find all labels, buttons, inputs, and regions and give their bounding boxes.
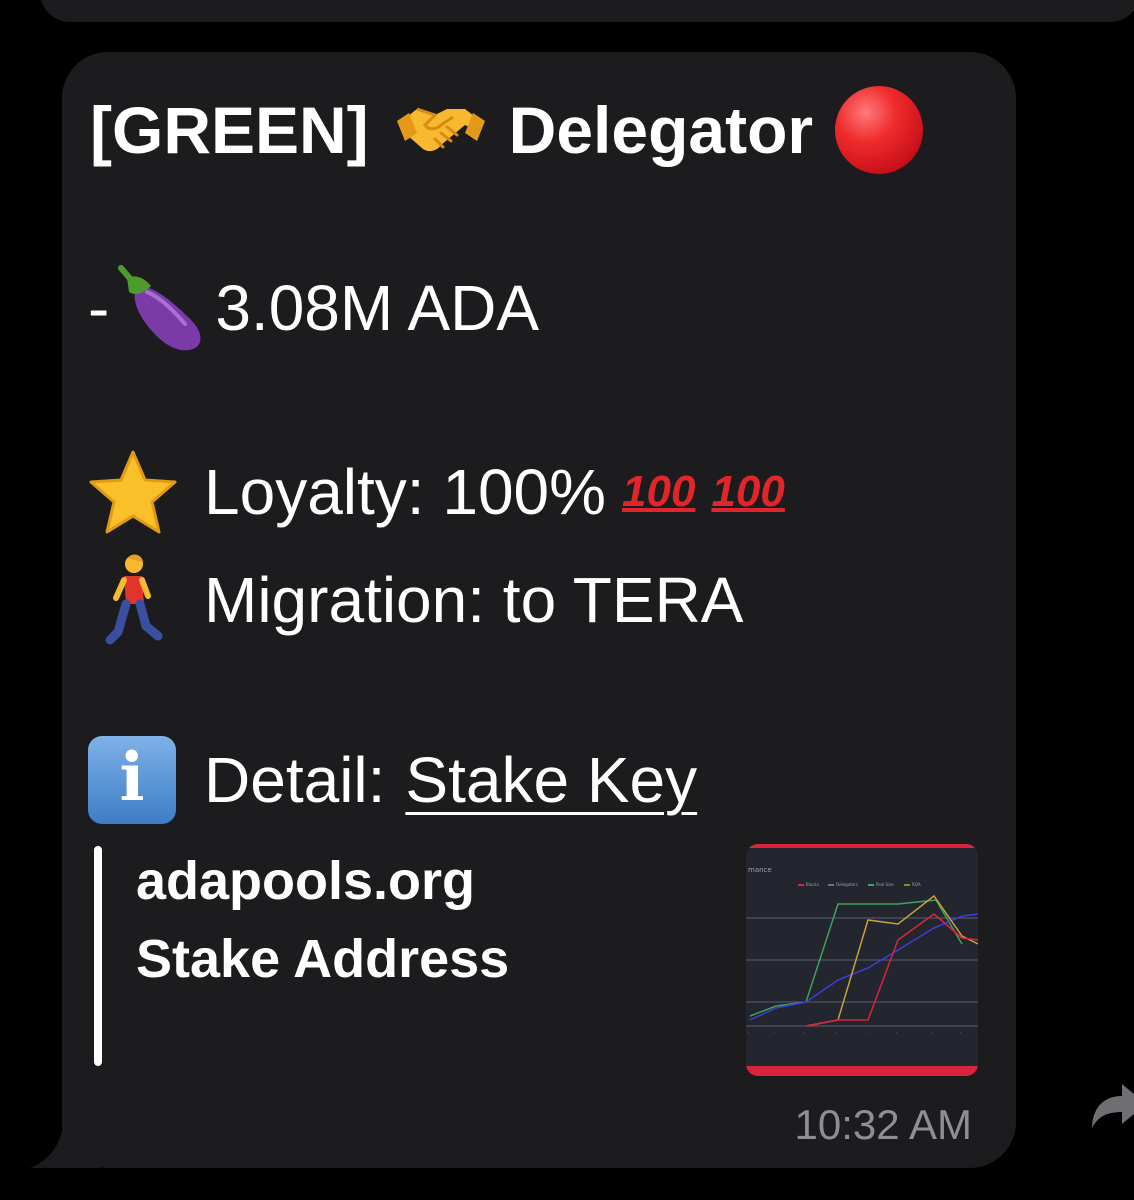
thumbnail-legend-item: Blocks [806, 882, 819, 887]
thumbnail-legend-item: ROA [912, 882, 921, 887]
svg-text:·: · [804, 1030, 805, 1035]
message-bubble[interactable]: [GREEN] Delegator - 3.08M ADA Loyalty: 1… [62, 52, 1016, 1168]
amount-value: 3.08M ADA [215, 272, 540, 344]
preview-thumbnail[interactable]: mance Blocks Delegators Pool Size ROA · … [746, 844, 978, 1076]
message-timestamp: 10:32 AM [794, 1101, 972, 1148]
detail-label: Detail: [204, 744, 386, 816]
chat-screen: [GREEN] Delegator - 3.08M ADA Loyalty: 1… [0, 0, 1134, 1200]
svg-text:·: · [866, 1030, 867, 1035]
svg-text:·: · [774, 1030, 775, 1035]
hundred-points-icon: 100 [622, 467, 696, 516]
title-role: Delegator [508, 93, 814, 167]
preview-site-name: adapools.org [136, 851, 476, 911]
detail-row: i Detail: Stake Key [88, 736, 697, 824]
title-tag: [GREEN] [90, 93, 369, 167]
red-circle-icon [835, 86, 924, 174]
star-icon [88, 448, 178, 536]
information-icon: i [88, 736, 176, 824]
eggplant-icon [113, 264, 211, 352]
svg-text:·: · [836, 1030, 837, 1035]
migration-row: Migration: to TERA [88, 552, 743, 648]
forward-arrow-icon[interactable] [1088, 1080, 1134, 1132]
svg-text:·: · [896, 1030, 897, 1035]
thumbnail-legend-item: Pool Size [876, 882, 894, 887]
preview-accent-bar [94, 846, 102, 1066]
preview-title: Stake Address [136, 929, 510, 989]
person-walking-icon [88, 552, 178, 648]
thumbnail-legend-item: Delegators [836, 882, 858, 887]
svg-text:·: · [932, 1030, 933, 1035]
svg-text:·: · [748, 1030, 749, 1035]
thumbnail-heading: mance [748, 866, 772, 874]
message-title: [GREEN] Delegator [90, 86, 924, 174]
handshake-icon [395, 95, 487, 165]
previous-message-bubble[interactable] [40, 0, 1134, 22]
loyalty-text: Loyalty: 100% [204, 456, 607, 528]
amount-row: - 3.08M ADA [88, 264, 539, 352]
loyalty-row: Loyalty: 100% 100 100 [88, 448, 785, 536]
svg-text:·: · [960, 1030, 961, 1035]
amount-prefix: - [88, 272, 110, 344]
migration-text: Migration: to TERA [204, 564, 744, 636]
link-preview[interactable]: adapools.org Stake Address mance Blocks … [94, 844, 986, 1084]
hundred-points-icon: 100 [711, 467, 785, 516]
stake-key-link[interactable]: Stake Key [405, 748, 697, 812]
